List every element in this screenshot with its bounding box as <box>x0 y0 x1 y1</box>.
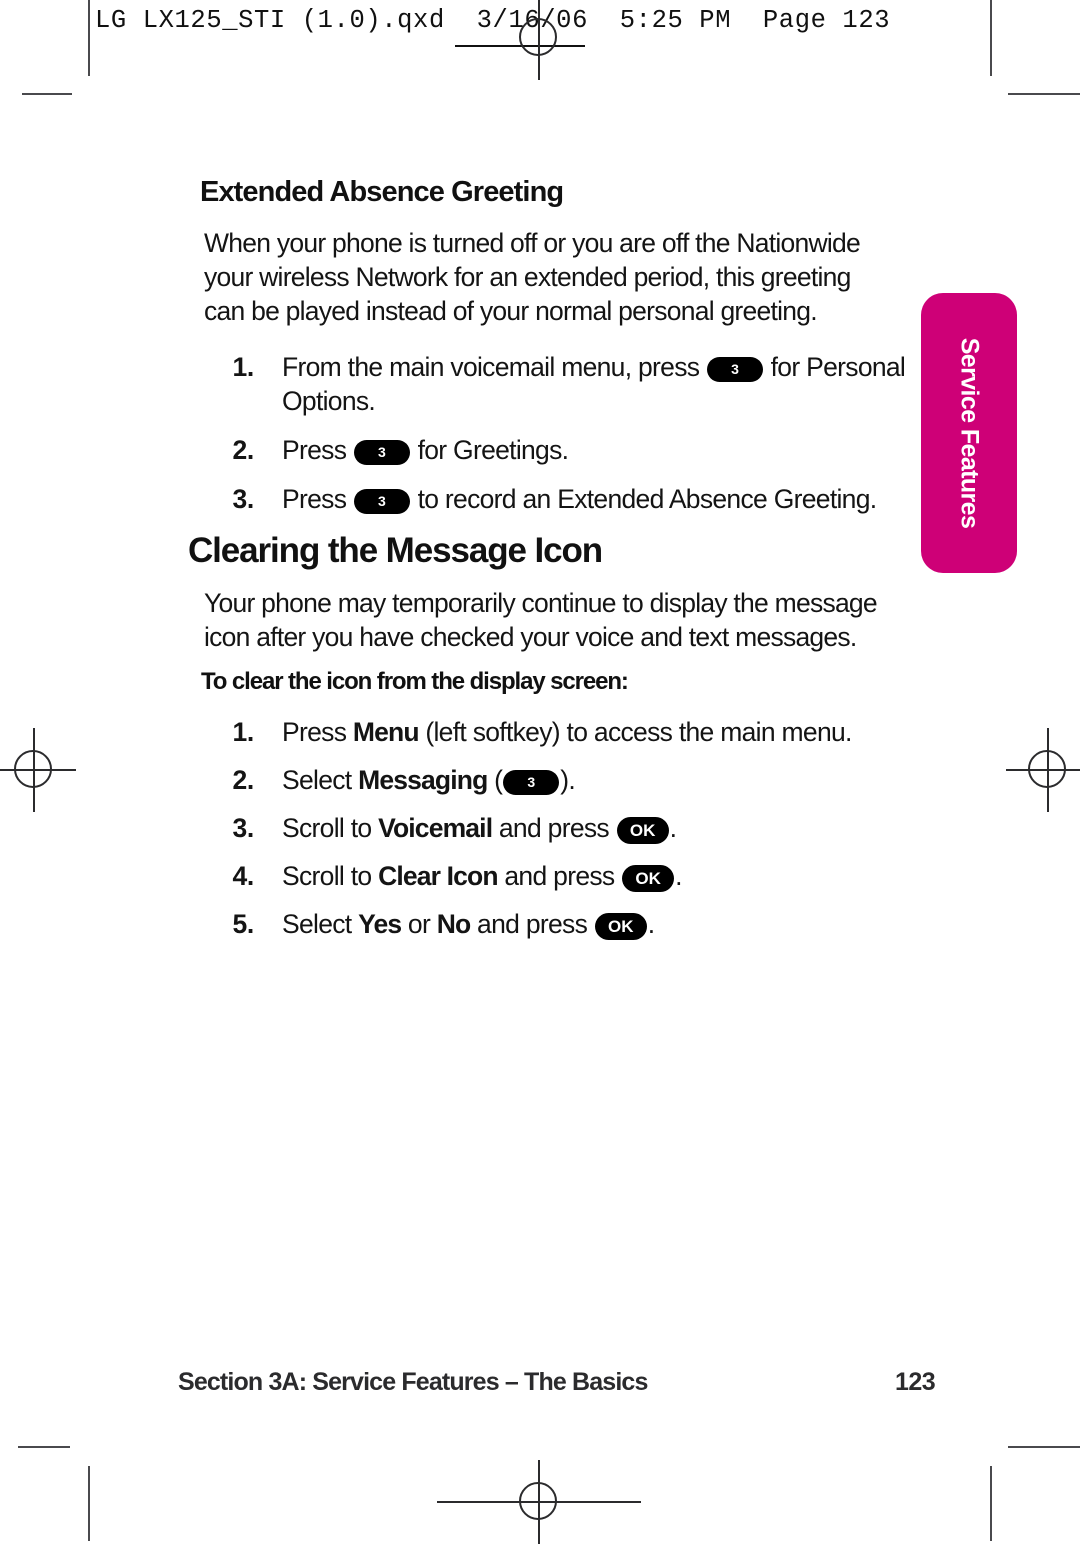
key-ok-icon[interactable]: OK <box>622 865 675 892</box>
page-content: Extended Absence Greeting When your phon… <box>0 0 1080 1541</box>
step-text-pre: Select <box>282 765 359 795</box>
step-number: 3. <box>232 484 254 514</box>
step-text-pre: Scroll to <box>282 861 379 891</box>
step-text: Press 3 to record an Extended Absence Gr… <box>282 482 878 516</box>
step-text-mid1: or <box>401 909 437 939</box>
step-text-post: to record an Extended Absence Greeting. <box>410 484 878 514</box>
section-heading-clearing-the-message-icon: Clearing the Message Icon <box>188 531 603 570</box>
step-text-mid: and press <box>470 909 594 939</box>
step-text-bold: Menu <box>352 717 420 747</box>
side-tab-label: Service Features <box>955 337 984 529</box>
step-text-bold: Clear Icon <box>378 861 498 891</box>
key-3-icon[interactable]: 3 <box>353 489 410 514</box>
step-text: Select Messaging (3). <box>282 763 576 797</box>
step-item: 4. Scroll to Clear Icon and press OK. <box>220 859 682 893</box>
step-number: 2. <box>232 435 254 465</box>
step-item: 3. Scroll to Voicemail and press OK. <box>220 811 677 845</box>
step-number: 5. <box>232 909 254 939</box>
step-text-pre: Scroll to <box>282 813 379 843</box>
key-3-icon[interactable]: 3 <box>353 440 410 465</box>
step-text: Press 3 for Greetings. <box>282 433 569 467</box>
step-text-continuation: Options. <box>282 386 376 416</box>
step-text-mid: and press <box>497 861 622 891</box>
step-text-bold: Voicemail <box>378 813 493 843</box>
step-text-post: for Greetings. <box>410 435 569 465</box>
step-text: Scroll to Clear Icon and press OK. <box>282 859 682 893</box>
step-item: 1. Press Menu (left softkey) to access t… <box>220 715 852 749</box>
footer-section-label: Section 3A: Service Features – The Basic… <box>178 1368 648 1396</box>
key-ok-icon[interactable]: OK <box>594 913 647 940</box>
step-text: Scroll to Voicemail and press OK. <box>282 811 677 845</box>
step-item: 1. From the main voicemail menu, press 3… <box>220 350 905 418</box>
step-text-bold-2: No <box>436 909 471 939</box>
step-text-bold: Messaging <box>358 765 488 795</box>
section-paragraph-clearing-icon: Your phone may temporarily continue to d… <box>204 586 878 654</box>
step-number: 3. <box>232 813 254 843</box>
paragraph-line: icon after you have checked your voice a… <box>204 622 857 652</box>
key-3-icon[interactable]: 3 <box>503 770 560 795</box>
step-text-pre: Select <box>282 909 359 939</box>
step-text-post: for Personal <box>763 352 906 382</box>
step-text-mid: and press <box>492 813 616 843</box>
subheading-to-clear-the-icon: To clear the icon from the display scree… <box>201 668 629 695</box>
step-text-pre: Press <box>282 435 353 465</box>
step-text-mid: ( <box>487 765 503 795</box>
step-text-pre: Press <box>282 717 353 747</box>
step-text-pre: Press <box>282 484 353 514</box>
step-text-post: (left softkey) to access the main menu. <box>418 717 852 747</box>
step-text-pre: From the main voicemail menu, press <box>282 352 706 382</box>
paragraph-line: can be played instead of your normal per… <box>204 296 818 326</box>
step-text: Select Yes or No and press OK. <box>282 907 655 941</box>
step-text-post: . <box>647 909 655 939</box>
key-3-icon[interactable]: 3 <box>706 357 763 382</box>
section-paragraph-extended-absence: When your phone is turned off or you are… <box>204 226 861 328</box>
step-text-post: . <box>669 813 677 843</box>
step-text-post: ). <box>560 765 576 795</box>
step-item: 2. Press 3 for Greetings. <box>220 433 569 467</box>
paragraph-line: your wireless Network for an extended pe… <box>204 262 851 292</box>
step-item: 2. Select Messaging (3). <box>220 763 576 797</box>
step-text-post: . <box>675 861 682 891</box>
step-item: 5. Select Yes or No and press OK. <box>220 907 655 941</box>
paragraph-line: Your phone may temporarily continue to d… <box>204 588 878 618</box>
step-text: From the main voicemail menu, press 3 fo… <box>282 350 906 384</box>
step-text-bold: Yes <box>358 909 402 939</box>
step-number: 2. <box>232 765 254 795</box>
step-number: 4. <box>232 861 254 891</box>
side-tab-service-features: Service Features <box>921 293 1017 573</box>
section-heading-extended-absence-greeting: Extended Absence Greeting <box>200 176 564 208</box>
key-ok-icon[interactable]: OK <box>616 817 669 844</box>
step-number: 1. <box>232 352 254 382</box>
step-number: 1. <box>232 717 254 747</box>
footer-page-number: 123 <box>895 1368 936 1396</box>
step-item: 3. Press 3 to record an Extended Absence… <box>220 482 878 516</box>
step-text: Press Menu (left softkey) to access the … <box>282 715 852 749</box>
paragraph-line: When your phone is turned off or you are… <box>204 228 861 258</box>
